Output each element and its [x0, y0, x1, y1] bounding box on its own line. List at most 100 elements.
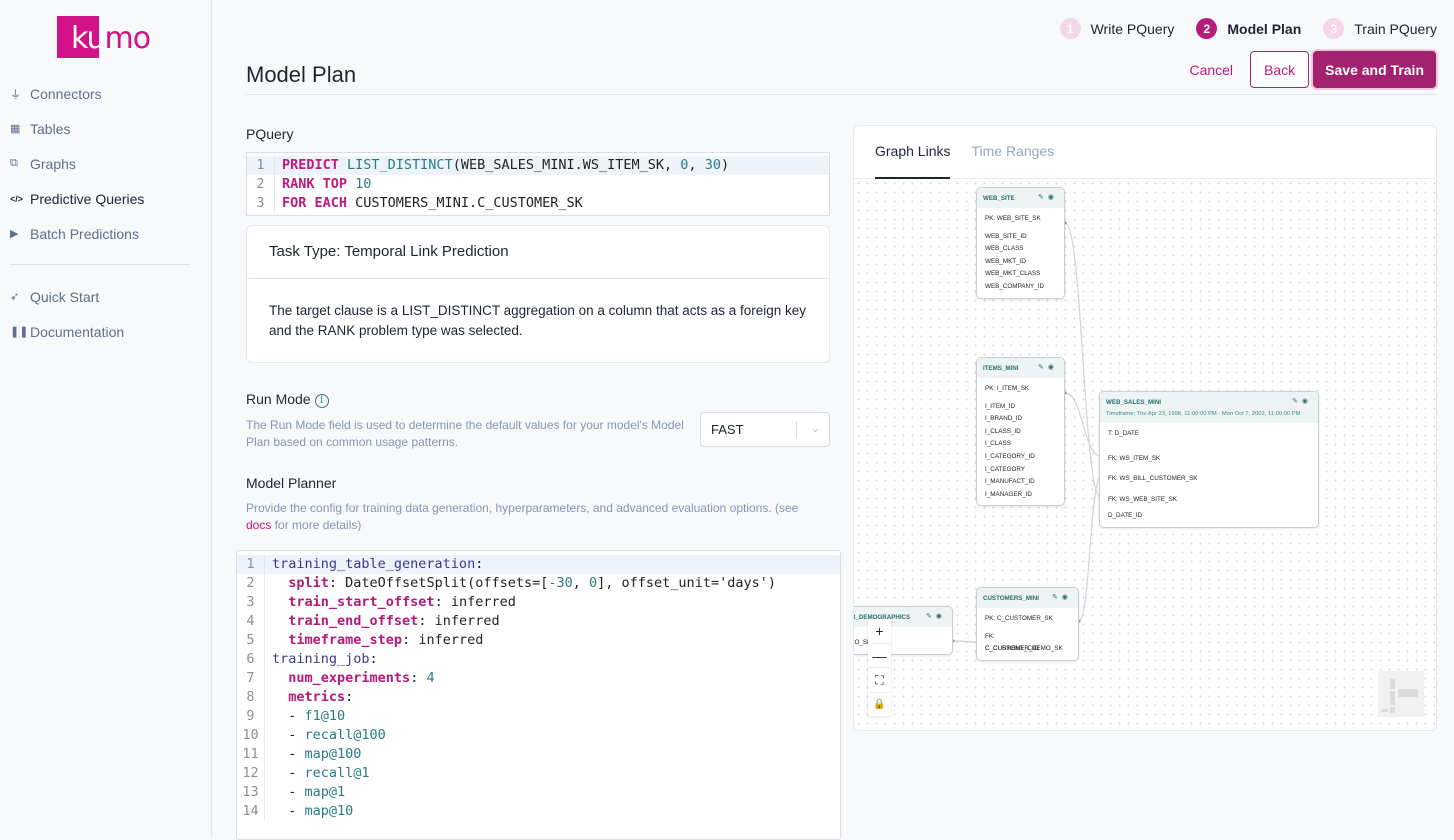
code-line: 5 timeframe_step: inferred	[237, 631, 840, 650]
code-token: :	[369, 651, 378, 667]
code-text: training_table_generation:	[265, 555, 483, 574]
node-timeframe: Timeframe: Thu Apr 23, 1998, 11:00:00 PM…	[1106, 411, 1301, 417]
code-token: train_start_offset	[288, 594, 435, 610]
plug-icon: ⏚	[10, 88, 21, 101]
table-node-customers[interactable]: CUSTOMERS_MINI ✎◉ PK: C_CUSTOMER_SK FK: C_C…	[976, 587, 1079, 661]
node-edit-view-icons[interactable]: ✎◉	[1038, 363, 1058, 371]
sidebar-item-label: Tables	[30, 120, 71, 137]
run-mode-value: FAST	[711, 422, 744, 437]
stepper: 1 Write PQuery 2 Model Plan 3 Train PQuery	[1038, 18, 1437, 39]
code-line: 10 - recall@100	[237, 726, 840, 745]
tab-graph-links[interactable]: Graph Links	[875, 126, 951, 179]
sidebar-item-documentation[interactable]: ❚❚ Documentation	[10, 314, 200, 349]
back-button[interactable]: Back	[1250, 51, 1310, 88]
step-1[interactable]: 1 Write PQuery	[1059, 18, 1174, 39]
node-edit-view-icons[interactable]: ✎◉	[1052, 593, 1072, 601]
line-number: 13	[237, 783, 265, 802]
node-edit-view-icons[interactable]: ✎◉	[1038, 193, 1058, 201]
sidebar-item-graphs[interactable]: ⧉ Graphs	[10, 146, 200, 181]
code-text: - map@100	[265, 745, 361, 764]
sidebar-item-label: Batch Predictions	[30, 225, 139, 242]
sidebar-item-label: Quick Start	[30, 288, 100, 305]
line-number: 1	[237, 555, 265, 574]
node-column: PK: C_CUSTOMER_SK	[985, 615, 1053, 622]
page-title: Model Plan	[246, 62, 357, 87]
pquery-editor[interactable]: 1 PREDICT LIST_DISTINCT(WEB_SALES_MINI.WS…	[246, 152, 830, 216]
line-number: 6	[237, 650, 265, 669]
code-text: train_end_offset: inferred	[265, 612, 499, 631]
node-title: WEB_SALES_MINI	[1106, 399, 1162, 406]
table-node-web_site[interactable]: WEB_SITE ✎◉ PK: WEB_SITE_SK WEB_SITE_ID WEB_…	[976, 187, 1065, 299]
node-edit-view-icons[interactable]: ✎◉	[926, 612, 946, 620]
node-edit-view-icons[interactable]: ✎◉	[1292, 397, 1312, 405]
fit-view-button[interactable]: ⛶	[868, 668, 891, 693]
code-token: : inferred	[434, 594, 516, 610]
docs-link[interactable]: docs	[246, 518, 271, 532]
run-mode-select[interactable]: FAST ⌄	[700, 412, 830, 447]
graph-tabs: Graph Links Time Ranges	[854, 126, 1436, 179]
kumo-logo[interactable]: kumo	[57, 16, 151, 58]
code-token: PREDICT	[282, 157, 348, 173]
node-column: T: D_DATE	[1108, 430, 1140, 437]
node-column: PK: WEB_SITE_SK	[985, 215, 1041, 222]
step-3[interactable]: 3 Train PQuery	[1323, 18, 1437, 39]
graph-icon: ⧉	[10, 157, 18, 169]
code-text: timeframe_step: inferred	[265, 631, 483, 650]
node-column: FK: WS_ITEM_SK	[1108, 454, 1161, 462]
info-icon[interactable]: i	[314, 394, 329, 408]
code-line: 14 - map@10	[237, 802, 840, 821]
graph-edge	[1078, 476, 1102, 622]
code-token: 0	[589, 575, 598, 591]
save-and-train-button[interactable]: Save and Train	[1313, 51, 1436, 88]
code-line: 6 training_job:	[237, 650, 840, 669]
node-column: I_ITEM_ID	[985, 402, 1016, 410]
sidebar-item-predictive-queries[interactable]: </> Predictive Queries	[10, 181, 200, 216]
sidebar-item-quick-start[interactable]: ➶ Quick Start	[10, 279, 200, 314]
minimap[interactable]	[1378, 671, 1424, 717]
node-column: WEB_COMPANY_ID	[985, 282, 1045, 290]
code-token: training_table_generation	[272, 556, 476, 572]
step-2[interactable]: 2 Model Plan	[1196, 18, 1301, 39]
code-token: -	[272, 765, 305, 781]
table-node-items[interactable]: ITEMS_MINI ✎◉ PK: I_ITEM_SK I_ITEM_ID I_BRAN…	[976, 357, 1065, 507]
run-mode-description: The Run Mode field is used to determine …	[246, 418, 684, 449]
step-number: 1	[1059, 18, 1081, 39]
node-column: I_BRAND_ID	[985, 415, 1023, 423]
code-text: train_start_offset: inferred	[265, 593, 516, 612]
node-column: I_MANAGER_ID	[985, 490, 1032, 498]
code-token: -	[272, 803, 305, 819]
code-text: training_job:	[265, 650, 378, 669]
table-node-web_sales[interactable]: WEB_SALES_MINI Timeframe: Thu Apr 23, 199…	[1099, 391, 1319, 528]
line-number: 1	[247, 156, 275, 175]
node-column: FK: WS_WEB_SITE_SK	[1108, 495, 1177, 503]
sidebar-item-connectors[interactable]: ⏚ Connectors	[10, 76, 200, 111]
node-body: T: D_DATE FK: WS_ITEM_SK FK: WS_BILL_CUSTO…	[1100, 423, 1318, 527]
cancel-button[interactable]: Cancel	[1189, 62, 1233, 78]
code-token: FOR EACH	[282, 195, 356, 211]
step-label: Model Plan	[1227, 20, 1302, 37]
node-column: I_CATEGORY_ID	[985, 452, 1035, 460]
sidebar-item-tables[interactable]: ▦ Tables	[10, 111, 200, 146]
model-planner-label: Model Planner	[246, 475, 337, 491]
code-token: num_experiments	[288, 670, 411, 686]
graph-canvas[interactable]: WEB_SITE ✎◉ PK: WEB_SITE_SK WEB_SITE_ID WEB_…	[854, 179, 1436, 730]
secondary-nav: ➶ Quick Start ❚❚ Documentation	[10, 279, 200, 349]
code-line: 13 - map@1	[237, 783, 840, 802]
zoom-in-button[interactable]: +	[868, 619, 891, 644]
tab-time-ranges[interactable]: Time Ranges	[971, 126, 1054, 178]
code-text: RANK TOP 10	[275, 175, 371, 194]
code-token: :	[410, 670, 427, 686]
task-type-description: The target clause is a LIST_DISTINCT agg…	[269, 303, 807, 338]
graph-edge	[1064, 392, 1102, 457]
task-type-title: Task Type: Temporal Link Prediction	[247, 226, 829, 279]
model-plan-editor[interactable]: 1 training_table_generation: 2 split: Date…	[236, 550, 841, 840]
sidebar-item-batch-predictions[interactable]: ▶ Batch Predictions	[10, 216, 200, 251]
line-number: 4	[237, 612, 265, 631]
node-column: D_DATE_ID	[1108, 512, 1143, 520]
zoom-out-button[interactable]: —	[868, 644, 891, 668]
code-token: recall@1	[304, 765, 370, 781]
lock-button[interactable]: 🔒	[868, 693, 891, 717]
